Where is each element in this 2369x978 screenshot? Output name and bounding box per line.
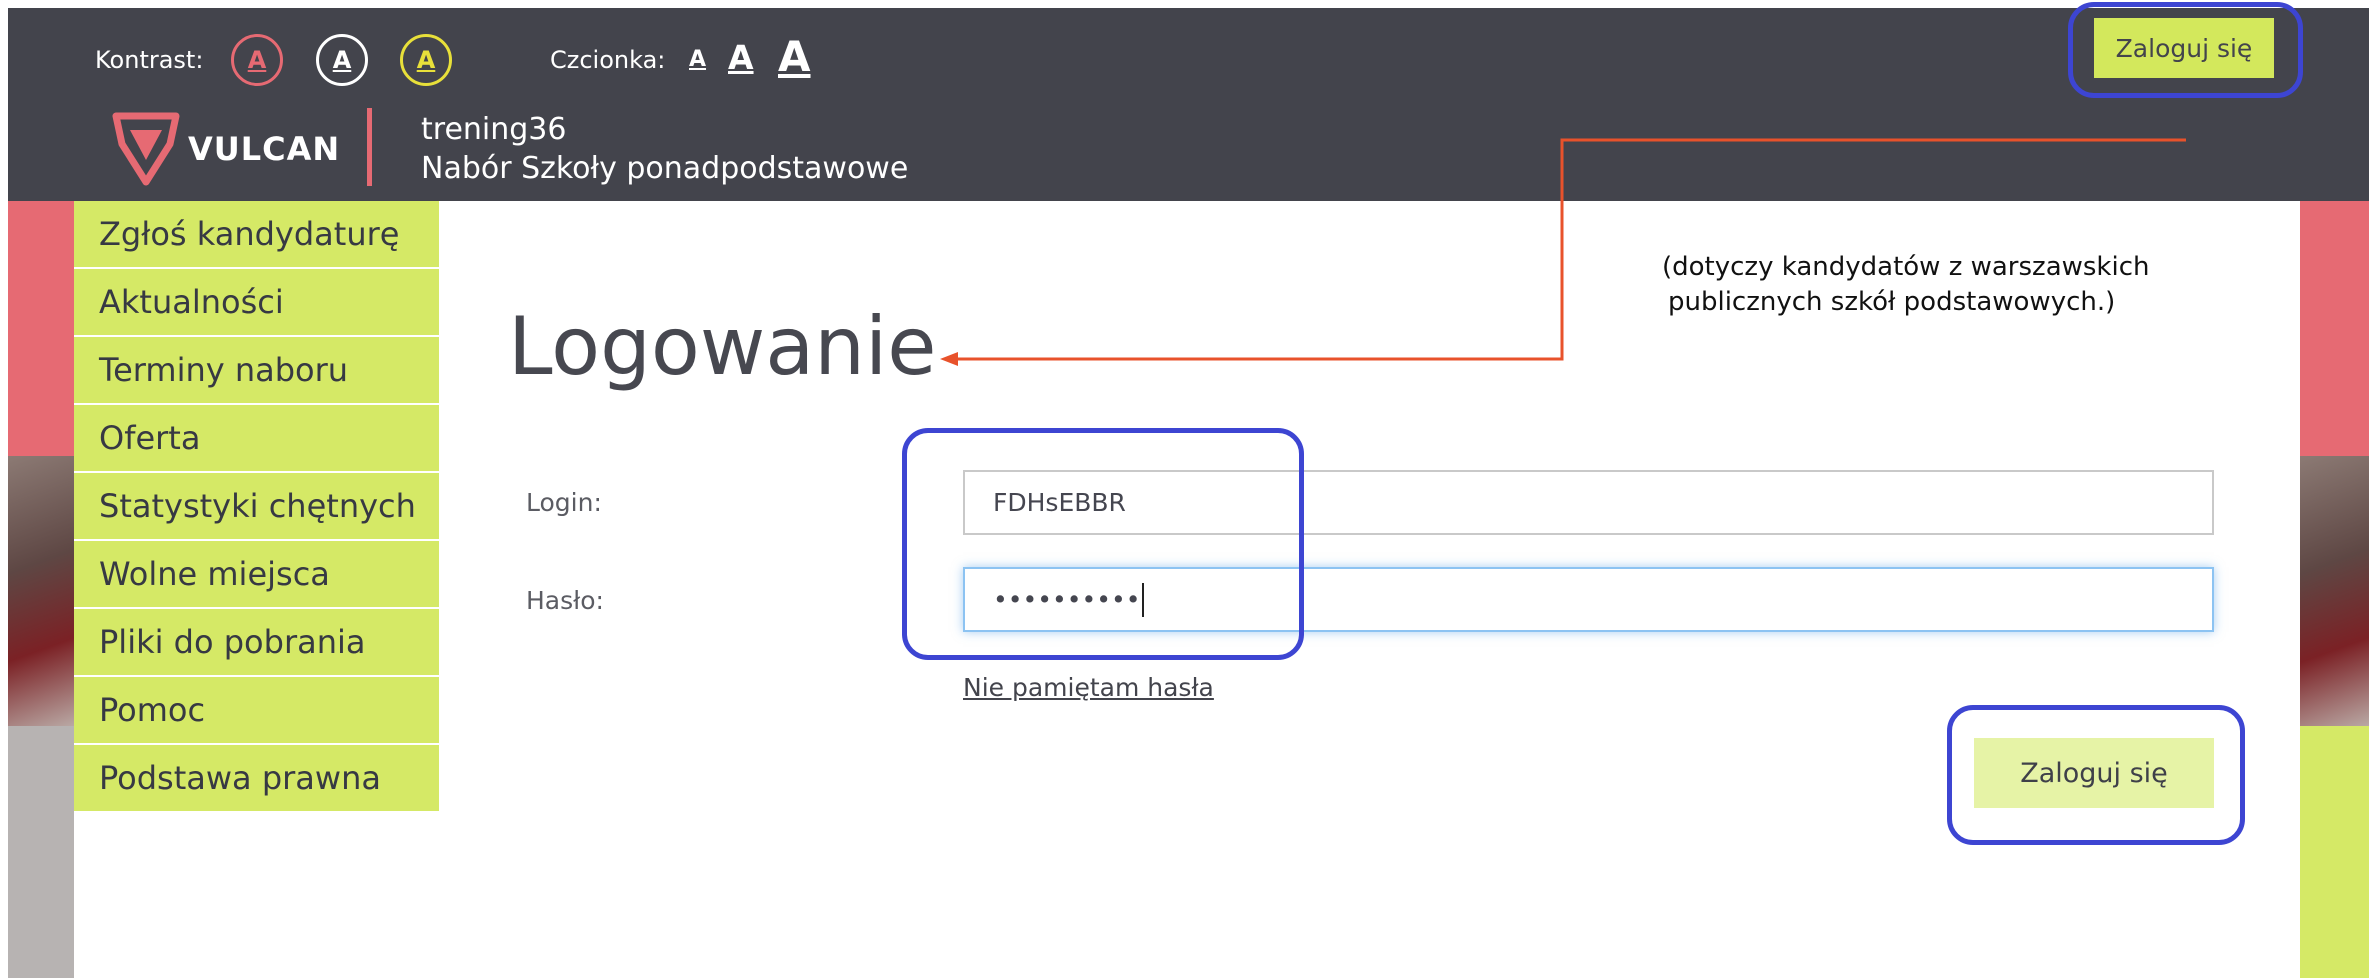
menu-item-zglos-kandydature[interactable]: Zgłoś kandydaturę [74,201,439,267]
right-decor-photo [2300,456,2369,726]
contrast-option-white-letter: A [332,46,352,74]
site-subtitle: Nabór Szkoły ponadpodstawowe [421,151,909,186]
left-decor-pink [8,201,74,456]
menu-item-terminy-naboru[interactable]: Terminy naboru [74,337,439,403]
sidebar-menu: Zgłoś kandydaturę Aktualności Terminy na… [74,201,439,813]
menu-item-aktualnosci[interactable]: Aktualności [74,269,439,335]
vulcan-logo[interactable]: VULCAN [112,108,339,186]
annotation-note-line2: publicznych szkół podstawowych.) [1668,287,2116,317]
vulcan-logo-text: VULCAN [188,130,341,168]
menu-item-pomoc[interactable]: Pomoc [74,677,439,743]
page-title: Logowanie [508,300,937,393]
contrast-option-yellow[interactable]: A [400,34,452,86]
login-label: Login: [526,488,602,517]
menu-item-podstawa-prawna[interactable]: Podstawa prawna [74,745,439,811]
font-size-small-button[interactable]: A [689,47,706,72]
font-size-medium-button[interactable]: A [728,38,754,77]
contrast-label: Kontrast: [95,46,204,74]
font-size-large-button[interactable]: A [778,32,811,81]
menu-item-wolne-miejsca[interactable]: Wolne miejsca [74,541,439,607]
contrast-option-red[interactable]: A [231,34,283,86]
contrast-option-yellow-letter: A [416,46,436,74]
right-decor-lime [2300,726,2369,978]
site-name: trening36 [421,112,567,147]
header-divider [367,108,372,186]
contrast-option-white[interactable]: A [316,34,368,86]
menu-item-statystyki[interactable]: Statystyki chętnych [74,473,439,539]
right-decor-pink [2300,201,2369,456]
left-decor-photo [8,456,74,726]
font-size-label: Czcionka: [550,46,666,74]
vulcan-shield-icon [112,112,180,186]
forgot-password-link[interactable]: Nie pamiętam hasła [963,673,1214,702]
password-label: Hasło: [526,586,604,615]
left-decor-grey [8,726,74,978]
annotation-note-line1: (dotyczy kandydatów z warszawskich [1662,252,2150,282]
annotation-box-header-login [2068,2,2303,98]
annotation-box-submit [1947,705,2245,845]
annotation-box-credentials [902,428,1304,660]
menu-item-pliki[interactable]: Pliki do pobrania [74,609,439,675]
menu-item-oferta[interactable]: Oferta [74,405,439,471]
contrast-option-red-letter: A [247,46,267,74]
top-header [8,8,2369,201]
